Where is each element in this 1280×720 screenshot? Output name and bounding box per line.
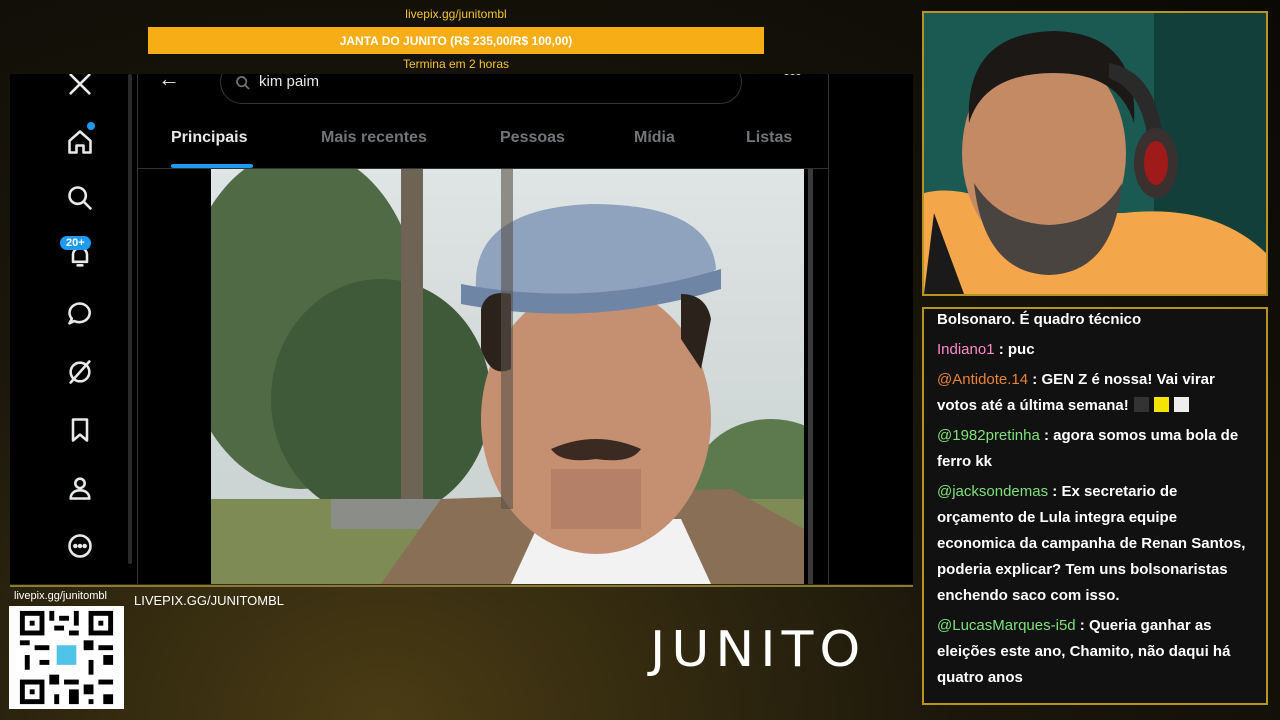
video-frame-image — [211, 169, 804, 584]
donation-goal-text: JANTA DO JUNITO (R$ 235,00/R$ 100,00) — [339, 33, 573, 48]
chat-username: Indiano1 — [937, 341, 995, 358]
tab-principais[interactable]: Principais — [171, 129, 247, 147]
search-icon[interactable] — [64, 182, 96, 214]
search-box[interactable] — [220, 74, 742, 104]
sidebar-scrollbar[interactable] — [128, 74, 132, 564]
chat-username: @LucasMarques-i5d — [937, 617, 1076, 634]
brand-logo: JUNITO — [650, 621, 867, 679]
back-button[interactable]: ← — [158, 74, 180, 92]
chat-text: : puc — [994, 341, 1035, 358]
emote-white-square — [1173, 397, 1189, 412]
grok-icon[interactable] — [64, 356, 96, 388]
chat-username: @1982pretinha — [937, 427, 1040, 444]
chat-message: @Antidote.14 : GEN Z é nossa! Vai virar … — [937, 367, 1256, 419]
chat-text: Bolsonaro. É quadro técnico — [937, 311, 1142, 328]
more-options-icon[interactable] — [64, 530, 96, 562]
tab-listas[interactable]: Listas — [746, 129, 792, 147]
chat-text: : Ex secretario de orçamento de Lula int… — [937, 483, 1246, 604]
emote-black-square — [1133, 397, 1149, 412]
window-divider — [10, 585, 913, 587]
search-tabs: Principais Mais recentes Pessoas Mídia L… — [138, 112, 828, 169]
active-tab-indicator — [171, 164, 253, 168]
home-icon[interactable] — [64, 126, 96, 158]
chat-panel: Bolsonaro. É quadro técnico Indiano1 : p… — [922, 307, 1268, 705]
twitter-main-column: ← ••• Principais Mais recentes Pessoas M… — [137, 74, 829, 584]
more-button[interactable]: ••• — [783, 74, 802, 85]
donation-ends-text: Termina em 2 horas — [402, 57, 510, 71]
twitter-window: 20+ ← ••• Principais Mais recentes Pesso… — [10, 74, 913, 584]
chat-message: Indiano1 : puc — [937, 337, 1256, 363]
donation-link: livepix.gg/junitombl — [405, 7, 507, 21]
livepix-label: LIVEPIX.GG/JUNITOMBL — [134, 593, 285, 608]
streamer-webcam-image — [924, 13, 1266, 294]
chat-message: @1982pretinha : agora somos uma bola de … — [937, 423, 1256, 475]
chat-username: @jacksondemas — [937, 483, 1049, 500]
x-logo-icon[interactable] — [64, 74, 96, 100]
messages-icon[interactable] — [64, 298, 96, 330]
chat-message: @jacksondemas : Ex secretario de orçamen… — [937, 479, 1256, 609]
search-input[interactable] — [259, 74, 719, 90]
bookmark-icon[interactable] — [64, 414, 96, 446]
chat-messages: Bolsonaro. É quadro técnico Indiano1 : p… — [937, 309, 1256, 695]
profile-icon[interactable] — [64, 472, 96, 504]
twitter-sidebar: 20+ — [10, 74, 136, 584]
home-notification-dot — [87, 122, 95, 130]
tab-midia[interactable]: Mídia — [634, 129, 675, 147]
search-field-icon — [236, 76, 250, 90]
donation-goal-bar: JANTA DO JUNITO (R$ 235,00/R$ 100,00) — [148, 27, 764, 54]
tab-pessoas[interactable]: Pessoas — [500, 129, 565, 147]
emote-yellow-square — [1153, 397, 1169, 412]
tab-mais-recentes[interactable]: Mais recentes — [321, 129, 427, 147]
tweet-video[interactable] — [211, 169, 804, 584]
chat-message: @LucasMarques-i5d : Queria ganhar as ele… — [937, 613, 1256, 691]
qr-code — [9, 606, 124, 709]
timeline-scrollbar[interactable] — [808, 169, 813, 584]
chat-message: Bolsonaro. É quadro técnico — [937, 309, 1256, 333]
qr-link-text: livepix.gg/junitombl — [14, 590, 107, 602]
qr-code-image — [10, 606, 123, 709]
webcam-feed — [922, 11, 1268, 296]
notification-badge: 20+ — [60, 236, 91, 250]
chat-username: @Antidote.14 — [937, 371, 1029, 388]
